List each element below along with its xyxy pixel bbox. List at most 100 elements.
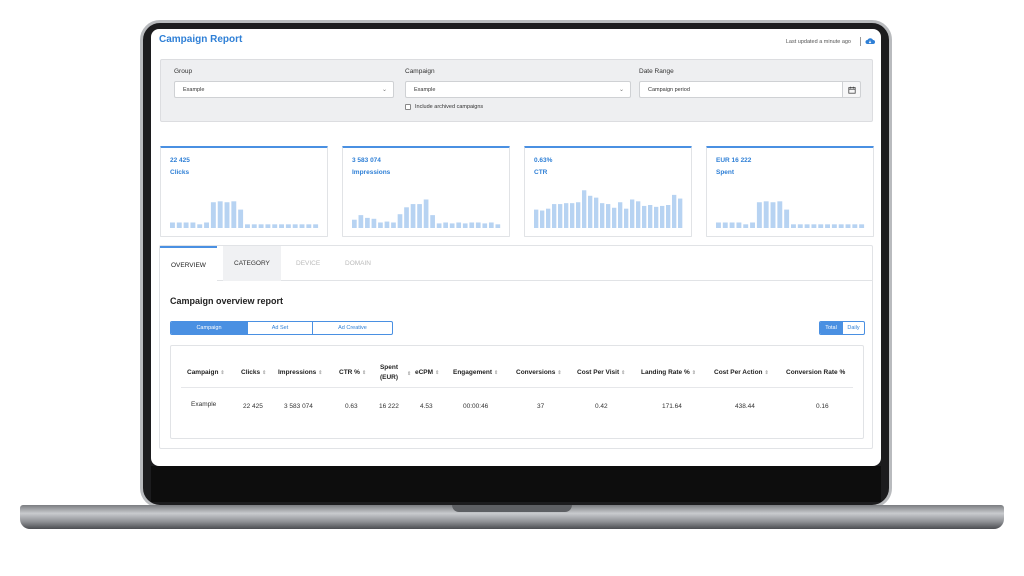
- spark-bar: [475, 222, 481, 228]
- col-header-campaign[interactable]: Campaign ⇕: [187, 369, 225, 376]
- col-header-ctr[interactable]: CTR % ⇕: [339, 369, 366, 376]
- kpi-card-ctr[interactable]: 0.63% CTR: [524, 146, 692, 237]
- col-header-engagement[interactable]: Engagement ⇕: [453, 369, 498, 376]
- cell-engagement: 00:00:46: [463, 403, 489, 410]
- report-title: Campaign overview report: [170, 296, 284, 306]
- group-select[interactable]: Example ⌄: [174, 81, 394, 98]
- spark-bar: [654, 206, 659, 228]
- spark-bar: [818, 224, 824, 228]
- spark-bar: [417, 204, 422, 228]
- spark-bar: [859, 224, 865, 228]
- col-header-conversions[interactable]: Conversions ⇕: [516, 369, 562, 376]
- date-range-value: Campaign period: [648, 87, 690, 93]
- spark-bar: [231, 201, 237, 228]
- col-header-cost-per-visit[interactable]: Cost Per Visit ⇕: [577, 369, 625, 376]
- segment-ad-set[interactable]: Ad Set: [248, 322, 313, 334]
- tab-domain[interactable]: DOMAIN: [334, 246, 382, 281]
- spark-bar: [558, 204, 563, 228]
- col-header-spent[interactable]: Spent (EUR) ⇕: [375, 363, 411, 383]
- col-header-conversion-rate[interactable]: Conversion Rate %: [786, 369, 845, 376]
- spark-bar: [462, 223, 468, 228]
- cloud-download-icon[interactable]: [865, 37, 875, 45]
- spark-bar: [285, 224, 291, 228]
- spark-bar: [197, 224, 203, 228]
- include-archived-checkbox[interactable]: [405, 104, 411, 110]
- col-header-landing-rate[interactable]: Landing Rate % ⇕: [641, 369, 696, 376]
- spark-bar: [272, 224, 278, 228]
- spark-bar: [170, 222, 175, 228]
- clicks-sparkline: [170, 201, 319, 228]
- kpi-card-clicks[interactable]: 22 425 Clicks: [160, 146, 328, 237]
- spark-bar: [831, 224, 837, 228]
- spark-bar: [306, 224, 312, 228]
- spark-bar: [534, 209, 539, 228]
- chevron-down-icon: ⌄: [381, 87, 387, 93]
- col-header-ecpm[interactable]: eCPM ⇕: [415, 369, 439, 376]
- campaign-label: Campaign: [405, 68, 435, 75]
- spark-bar: [791, 224, 796, 228]
- spark-bar: [852, 224, 858, 228]
- spark-bar: [365, 217, 370, 228]
- spark-bar: [804, 224, 810, 228]
- spark-bar: [576, 202, 581, 228]
- spark-bar: [469, 222, 475, 228]
- table-header-divider: [181, 387, 853, 388]
- calendar-button[interactable]: [843, 81, 861, 98]
- calendar-icon: [847, 86, 856, 94]
- overview-table: Campaign ⇕ Clicks ⇕ Impressions ⇕ CTR % ⇕ Sp…: [170, 345, 864, 439]
- tab-category[interactable]: CATEGORY: [223, 246, 281, 281]
- cell-ctr: 0.63: [345, 403, 358, 410]
- spark-bar: [378, 222, 383, 228]
- segment-campaign[interactable]: Campaign: [171, 322, 248, 334]
- segment-ad-creative[interactable]: Ad Creative: [313, 322, 392, 334]
- toggle-daily[interactable]: Daily: [843, 322, 864, 334]
- page-title: Campaign Report: [159, 34, 243, 45]
- spark-bar: [279, 224, 284, 228]
- kpi-card-impressions[interactable]: 3 583 074 Impressions: [342, 146, 510, 237]
- spark-bar: [176, 222, 182, 228]
- kpi-label: CTR: [534, 169, 548, 176]
- spark-bar: [238, 209, 244, 228]
- spark-bar: [666, 205, 671, 228]
- toggle-total[interactable]: Total: [820, 322, 843, 334]
- group-select-value: Example: [183, 87, 205, 93]
- spark-bar: [630, 199, 635, 228]
- spark-bar: [245, 224, 250, 228]
- spark-bar: [358, 215, 364, 228]
- group-label: Group: [174, 68, 193, 75]
- spark-bar: [636, 201, 641, 228]
- report-panel: OVERVIEW CATEGORY DEVICE DOMAIN Campaign…: [159, 245, 873, 449]
- tab-device[interactable]: DEVICE: [285, 246, 331, 281]
- spark-bar: [588, 195, 593, 228]
- cell-impressions: 3 583 074: [284, 403, 313, 410]
- col-header-cost-per-action[interactable]: Cost Per Action ⇕: [714, 369, 769, 376]
- spark-bar: [265, 224, 271, 228]
- laptop-bezel: [151, 466, 881, 502]
- date-range-input[interactable]: Campaign period: [639, 81, 843, 98]
- tab-overview[interactable]: OVERVIEW: [160, 246, 217, 281]
- spark-bar: [743, 224, 749, 228]
- spark-bar: [716, 222, 721, 228]
- spark-bar: [430, 215, 435, 228]
- spark-bar: [736, 222, 742, 228]
- chevron-down-icon: ⌄: [618, 87, 624, 93]
- spent-sparkline: [716, 201, 865, 228]
- campaign-select[interactable]: Example ⌄: [405, 81, 631, 98]
- include-archived-row[interactable]: Include archived campaigns: [405, 104, 483, 110]
- spark-bar: [482, 223, 488, 228]
- include-archived-label: Include archived campaigns: [415, 104, 484, 110]
- spark-bar: [678, 198, 683, 228]
- spark-bar: [488, 222, 494, 228]
- kpi-card-spent[interactable]: EUR 16 222 Spent: [706, 146, 874, 237]
- col-header-clicks[interactable]: Clicks ⇕: [241, 369, 266, 376]
- kpi-value: 3 583 074: [352, 157, 381, 164]
- spark-bar: [672, 194, 677, 228]
- page-header: Campaign Report Last updated a minute ag…: [151, 29, 881, 51]
- spark-bar: [594, 197, 599, 228]
- spark-bar: [750, 222, 755, 228]
- spark-bar: [258, 224, 264, 228]
- spark-bar: [204, 222, 209, 228]
- col-header-impressions[interactable]: Impressions ⇕: [278, 369, 323, 376]
- header-divider: [860, 37, 861, 46]
- spark-bar: [722, 222, 728, 228]
